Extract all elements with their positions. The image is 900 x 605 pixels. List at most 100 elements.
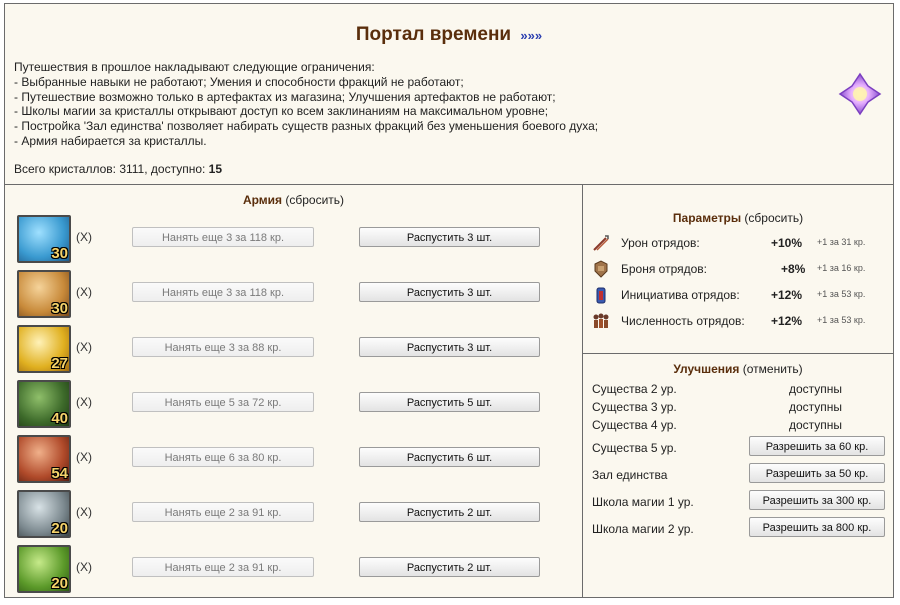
armor-icon [594,260,608,278]
unit-count: 40 [51,410,68,427]
upgrade-label: Существа 3 ур. [592,400,677,414]
hire-button[interactable]: Нанять еще 5 за 72 кр. [132,392,314,412]
dismiss-button[interactable]: Распустить 3 шт. [359,282,540,302]
hire-button[interactable]: Нанять еще 3 за 118 кр. [132,282,314,302]
upgrade-label: Существа 2 ур. [592,382,677,396]
army-row: 54 (X) Нанять еще 6 за 80 кр. Распустить… [17,435,577,483]
unit-count: 30 [51,300,68,317]
page-title-text: Портал времени [355,24,512,45]
restriction-item: - Армия набирается за кристаллы. [14,133,207,148]
unit-portrait[interactable]: 27 [17,325,71,373]
parameters-section: Параметры (сбросить) Урон отрядов: +10% … [583,185,893,354]
hire-button[interactable]: Нанять еще 2 за 91 кр. [132,502,314,522]
dismiss-button[interactable]: Распустить 3 шт. [359,337,540,357]
upgrades-title: Улучшения [673,362,740,376]
crystal-icon [838,72,882,116]
unit-portrait[interactable]: 40 [17,380,71,428]
parameter-value: +10% [771,236,803,250]
hire-button[interactable]: Нанять еще 6 за 80 кр. [132,447,314,467]
upgrades-section: Улучшения (отменить) Существа 2 ур. дост… [583,354,893,597]
parameters-header: Параметры (сбросить) [583,211,893,225]
remove-unit-link[interactable]: (X) [76,450,92,464]
army-section: Армия (сбросить) 30 (X) Нанять еще 3 за … [5,185,583,597]
parameter-row: Инициатива отрядов: +12% +1 за 53 кр. [591,285,891,305]
remove-unit-link[interactable]: (X) [76,340,92,354]
time-portal-panel: Портал времени »»» Путешествия в прошлое… [4,3,894,598]
dismiss-button[interactable]: Распустить 2 шт. [359,502,540,522]
dismiss-button[interactable]: Распустить 5 шт. [359,392,540,412]
parameter-label: Броня отрядов: [621,262,708,276]
army-reset-link[interactable]: (сбросить) [282,193,344,207]
upgrade-status: доступны [789,418,843,432]
damage-icon [593,235,609,251]
parameter-label: Численность отрядов: [621,314,745,328]
unit-portrait[interactable]: 30 [17,270,71,318]
dismiss-button[interactable]: Распустить 6 шт. [359,447,540,467]
remove-unit-link[interactable]: (X) [76,505,92,519]
hire-button[interactable]: Нанять еще 2 за 91 кр. [132,557,314,577]
upgrades-cancel-link[interactable]: (отменить) [739,362,803,376]
hire-button[interactable]: Нанять еще 3 за 118 кр. [132,227,314,247]
parameter-value: +8% [781,262,806,276]
army-row: 40 (X) Нанять еще 5 за 72 кр. Распустить… [17,380,577,428]
restrictions-text: Путешествия в прошлое накладывают следую… [14,60,598,149]
unit-portrait[interactable]: 54 [17,435,71,483]
parameter-label: Инициатива отрядов: [621,288,740,302]
parameter-label: Урон отрядов: [621,236,700,250]
parameter-value: +12% [771,314,803,328]
army-row: 20 (X) Нанять еще 2 за 91 кр. Распустить… [17,490,577,538]
parameter-upgrade-link[interactable]: +1 за 16 кр. [817,263,865,273]
remove-unit-link[interactable]: (X) [76,560,92,574]
upgrade-status: доступны [789,400,843,414]
army-row: 30 (X) Нанять еще 3 за 118 кр. Распустит… [17,270,577,318]
upgrade-label: Существа 5 ур. [592,441,677,455]
dismiss-button[interactable]: Распустить 3 шт. [359,227,540,247]
unit-portrait[interactable]: 20 [17,545,71,593]
upgrade-label: Зал единства [592,468,668,482]
restriction-item: - Путешествие возможно только в артефакт… [14,89,556,104]
portal-header: Портал времени »»» Путешествия в прошлое… [5,4,893,185]
allow-upgrade-button[interactable]: Разрешить за 50 кр. [749,463,885,483]
hire-button[interactable]: Нанять еще 3 за 88 кр. [132,337,314,357]
parameter-row: Броня отрядов: +8% +1 за 16 кр. [591,259,891,279]
unit-count: 54 [51,465,68,482]
parameters-reset-link[interactable]: (сбросить) [741,211,803,225]
allow-upgrade-button[interactable]: Разрешить за 800 кр. [749,517,885,537]
parameter-upgrade-link[interactable]: +1 за 31 кр. [817,237,865,247]
allow-upgrade-button[interactable]: Разрешить за 300 кр. [749,490,885,510]
army-title: Армия [242,193,283,207]
unit-count: 20 [51,575,68,592]
army-row: 27 (X) Нанять еще 3 за 88 кр. Распустить… [17,325,577,373]
upgrade-status: доступны [789,382,843,396]
upgrade-label: Школа магии 1 ур. [592,495,694,509]
remove-unit-link[interactable]: (X) [76,285,92,299]
upgrade-label: Школа магии 2 ур. [592,522,694,536]
restrictions-intro: Путешествия в прошлое накладывают следую… [14,60,375,74]
unit-portrait[interactable]: 20 [17,490,71,538]
page-title: Портал времени »»» [5,24,893,46]
army-header: Армия (сбросить) [5,193,582,207]
upgrades-header: Улучшения (отменить) [583,362,893,376]
unit-portrait[interactable]: 30 [17,215,71,263]
parameters-title: Параметры [672,211,742,225]
parameter-upgrade-link[interactable]: +1 за 53 кр. [817,315,865,325]
unit-count: 27 [51,355,68,372]
unit-count: 30 [51,245,68,262]
parameter-value: +12% [771,288,803,302]
crystals-label: Всего кристаллов: 3111, доступно: [14,162,209,176]
remove-unit-link[interactable]: (X) [76,395,92,409]
upgrade-label: Существа 4 ур. [592,418,677,432]
troop-size-icon [593,313,609,328]
parameter-upgrade-link[interactable]: +1 за 53 кр. [817,289,865,299]
parameter-row: Урон отрядов: +10% +1 за 31 кр. [591,233,891,253]
unit-count: 20 [51,520,68,537]
restriction-item: - Выбранные навыки не работают; Умения и… [14,74,464,89]
army-row: 20 (X) Нанять еще 2 за 91 кр. Распустить… [17,545,577,593]
parameter-row: Численность отрядов: +12% +1 за 53 кр. [591,311,891,331]
dismiss-button[interactable]: Распустить 2 шт. [359,557,540,577]
more-link[interactable]: »»» [520,28,542,43]
initiative-icon [596,287,606,304]
allow-upgrade-button[interactable]: Разрешить за 60 кр. [749,436,885,456]
crystals-available: 15 [208,162,223,176]
remove-unit-link[interactable]: (X) [76,230,92,244]
